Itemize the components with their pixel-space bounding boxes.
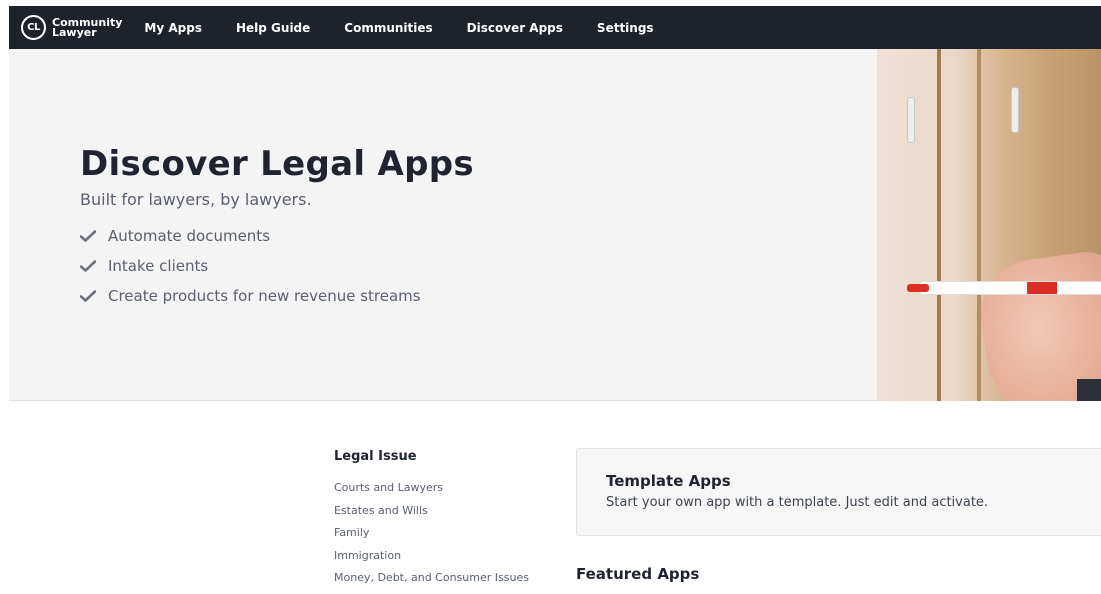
legal-issue-immigration[interactable]: Immigration xyxy=(334,546,529,569)
logo-text-line2: Lawyer xyxy=(52,25,97,39)
nav-my-apps[interactable]: My Apps xyxy=(144,21,202,35)
check-icon xyxy=(80,290,98,302)
nav-discover-apps[interactable]: Discover Apps xyxy=(467,21,563,35)
marker-band xyxy=(1027,282,1057,294)
check-icon xyxy=(80,260,98,272)
legal-issue-estates-and-wills[interactable]: Estates and Wills xyxy=(334,501,529,524)
nav-communities[interactable]: Communities xyxy=(344,21,432,35)
hero-banner: Discover Legal Apps Built for lawyers, b… xyxy=(9,49,1101,401)
check-icon xyxy=(80,230,98,242)
legal-issue-money-debt[interactable]: Money, Debt, and Consumer Issues xyxy=(334,568,529,586)
template-apps-card[interactable]: Template Apps Start your own app with a … xyxy=(576,448,1101,536)
feature-item: Intake clients xyxy=(80,251,421,281)
legal-issue-list: Courts and Lawyers Estates and Wills Fam… xyxy=(334,478,529,586)
feature-label: Intake clients xyxy=(108,257,209,275)
door-gap xyxy=(977,49,981,401)
page-title: Discover Legal Apps xyxy=(80,144,474,184)
featured-apps-heading: Featured Apps xyxy=(576,565,700,583)
hero-photo xyxy=(877,49,1101,401)
logo-text: Community Lawyer xyxy=(52,17,122,39)
template-apps-description: Start your own app with a template. Just… xyxy=(606,495,989,510)
feature-list: Automate documents Intake clients Create… xyxy=(80,221,421,311)
sleeve xyxy=(1077,379,1101,401)
legal-issue-courts-and-lawyers[interactable]: Courts and Lawyers xyxy=(334,478,529,501)
hero-subtitle: Built for lawyers, by lawyers. xyxy=(80,190,312,209)
legal-issue-family[interactable]: Family xyxy=(334,523,529,546)
feature-label: Create products for new revenue streams xyxy=(108,287,421,305)
feature-item: Automate documents xyxy=(80,221,421,251)
feature-item: Create products for new revenue streams xyxy=(80,281,421,311)
marker-pen xyxy=(917,281,1101,295)
template-apps-title: Template Apps xyxy=(606,472,731,490)
door-hinge xyxy=(907,97,915,143)
door-hinge xyxy=(1011,87,1019,133)
community-lawyer-logo[interactable]: CL Community Lawyer xyxy=(21,15,122,40)
door-gap xyxy=(937,49,941,401)
marker-tip xyxy=(907,284,929,292)
top-navbar: CL Community Lawyer My Apps Help Guide C… xyxy=(9,6,1101,49)
legal-issue-heading: Legal Issue xyxy=(334,449,417,464)
logo-mark: CL xyxy=(21,15,46,40)
feature-label: Automate documents xyxy=(108,227,271,245)
nav-help-guide[interactable]: Help Guide xyxy=(236,21,310,35)
nav-settings[interactable]: Settings xyxy=(597,21,654,35)
